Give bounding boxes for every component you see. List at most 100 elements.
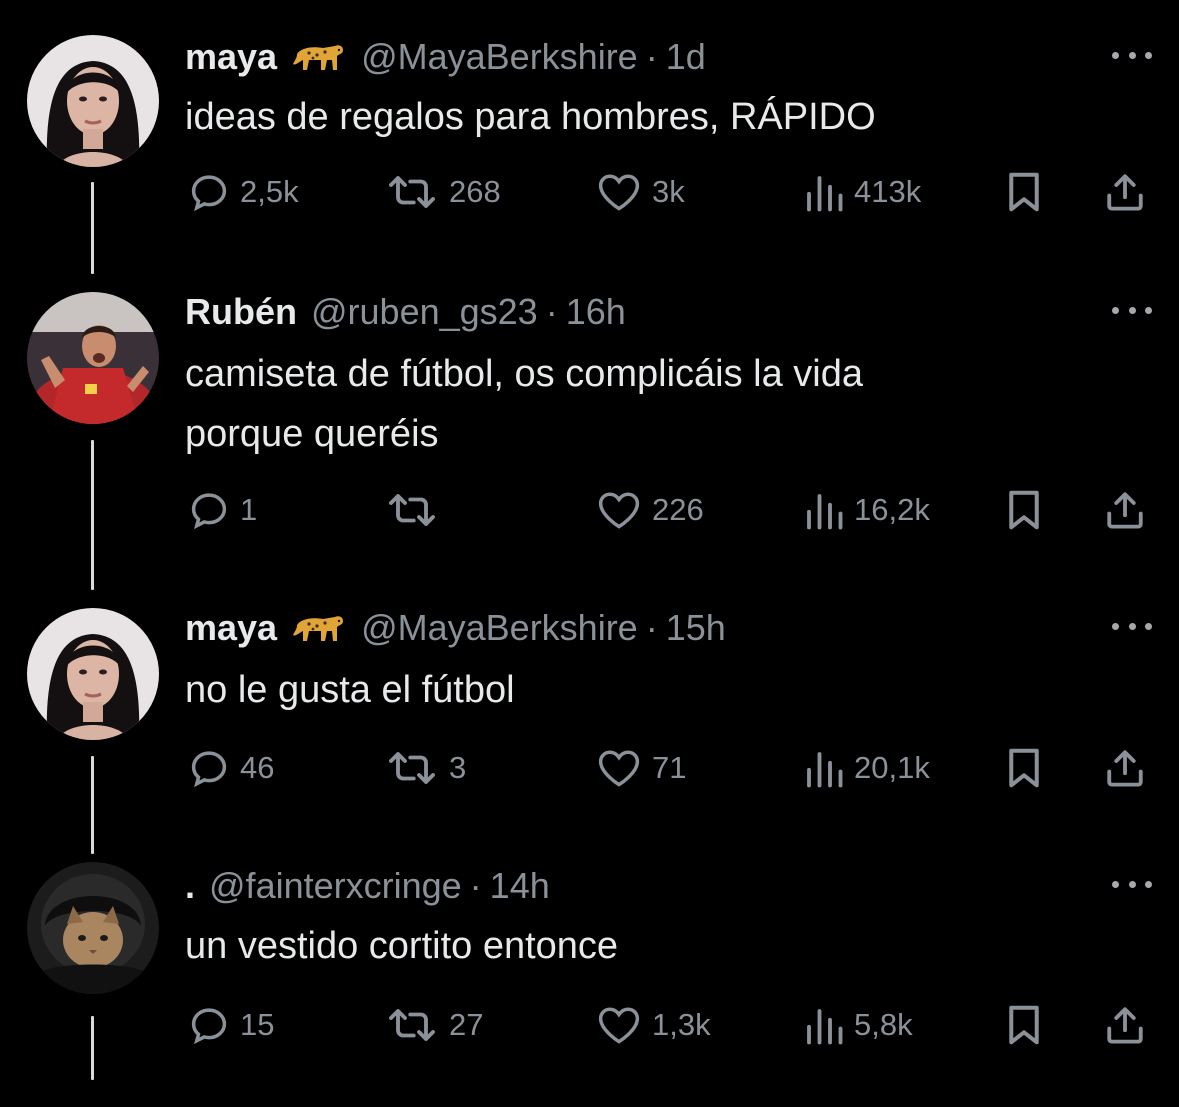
avatar[interactable] [27, 35, 159, 167]
retweet-icon [389, 1009, 435, 1041]
like-button[interactable]: 226 [596, 485, 704, 535]
tweet-text: camiseta de fútbol, os complicáis la vid… [185, 353, 863, 455]
views-icon [807, 752, 843, 788]
avatar[interactable] [27, 862, 159, 994]
views-icon [807, 176, 843, 212]
retweet-button[interactable]: 268 [385, 167, 501, 217]
reply-button[interactable]: 1 [188, 485, 257, 535]
action-bar: 15 27 1,3k 5,8k [0, 1000, 1179, 1050]
handle[interactable]: @MayaBerkshire [361, 35, 638, 79]
views-button[interactable]: 16,2k [802, 485, 930, 535]
timestamp[interactable]: 14h [490, 864, 550, 908]
views-count: 5,8k [854, 1007, 913, 1042]
reply-count: 15 [240, 1007, 275, 1042]
bookmark-button[interactable] [1004, 167, 1044, 217]
bookmark-icon [1009, 490, 1039, 530]
timestamp[interactable]: 16h [566, 290, 626, 334]
display-name[interactable]: Rubén [185, 290, 297, 334]
views-icon [807, 494, 843, 530]
avatar[interactable] [27, 292, 159, 424]
display-name[interactable]: . [185, 864, 195, 908]
share-icon [1107, 492, 1143, 529]
views-button[interactable]: 5,8k [802, 1000, 913, 1050]
reply-icon [191, 493, 227, 530]
share-icon [1107, 174, 1143, 211]
views-icon [807, 1009, 843, 1045]
tweet-header: maya @MayaBerkshire · 15h [185, 606, 726, 650]
retweet-button[interactable]: 3 [385, 743, 466, 793]
like-count: 71 [652, 750, 687, 785]
timestamp[interactable]: 15h [666, 606, 726, 650]
reply-button[interactable]: 46 [188, 743, 274, 793]
views-count: 413k [854, 174, 922, 209]
like-icon [598, 174, 640, 211]
like-icon [598, 1007, 640, 1044]
like-button[interactable]: 3k [596, 167, 685, 217]
reply-button[interactable]: 15 [188, 1000, 274, 1050]
display-name[interactable]: maya [185, 35, 277, 79]
retweet-icon [389, 752, 435, 784]
retweet-count: 27 [449, 1007, 484, 1042]
retweet-button[interactable] [385, 485, 449, 535]
separator-dot: · [545, 291, 558, 332]
views-button[interactable]: 20,1k [802, 743, 930, 793]
bookmark-icon [1009, 1005, 1039, 1045]
share-button[interactable] [1104, 1000, 1146, 1050]
share-button[interactable] [1104, 485, 1146, 535]
action-bar: 2,5k 268 3k 413k [0, 167, 1179, 217]
share-icon [1107, 1007, 1143, 1044]
bookmark-icon [1009, 172, 1039, 212]
share-icon [1107, 750, 1143, 787]
timestamp[interactable]: 1d [666, 35, 706, 79]
bookmark-button[interactable] [1004, 743, 1044, 793]
retweet-count: 268 [449, 174, 501, 209]
action-bar: 46 3 71 20,1k [0, 743, 1179, 793]
like-count: 1,3k [652, 1007, 711, 1042]
reply-button[interactable]: 2,5k [188, 167, 299, 217]
reply-icon [191, 1008, 227, 1045]
cheetah-emoji-icon [293, 616, 344, 641]
bookmark-button[interactable] [1004, 485, 1044, 535]
tweet-text: un vestido cortito entonce [185, 925, 619, 967]
tweet-text: ideas de regalos para hombres, RÁPIDO [185, 96, 876, 138]
handle[interactable]: @fainterxcringe [209, 864, 462, 908]
reply-icon [191, 175, 227, 212]
like-icon [598, 492, 640, 529]
share-button[interactable] [1104, 743, 1146, 793]
more-icon[interactable] [1112, 304, 1152, 316]
retweet-icon [389, 494, 435, 526]
tweet-header: maya @MayaBerkshire · 1d [185, 35, 706, 79]
like-count: 226 [652, 492, 704, 527]
views-count: 16,2k [854, 492, 930, 527]
avatar[interactable] [27, 608, 159, 740]
more-icon[interactable] [1112, 620, 1152, 632]
action-bar: 1 226 16,2k [0, 485, 1179, 535]
like-button[interactable]: 1,3k [596, 1000, 711, 1050]
tweet-header: Rubén @ruben_gs23 · 16h [185, 290, 626, 334]
bookmark-button[interactable] [1004, 1000, 1044, 1050]
tweet-text: no le gusta el fútbol [185, 669, 515, 711]
reply-count: 2,5k [240, 174, 299, 209]
views-button[interactable]: 413k [802, 167, 921, 217]
display-name[interactable]: maya [185, 606, 277, 650]
handle[interactable]: @MayaBerkshire [361, 606, 638, 650]
separator-dot: · [645, 36, 658, 77]
tweet-header: . @fainterxcringe · 14h [185, 864, 550, 908]
more-icon[interactable] [1112, 878, 1152, 890]
bookmark-icon [1009, 748, 1039, 788]
views-count: 20,1k [854, 750, 930, 785]
retweet-icon [389, 176, 435, 208]
more-icon[interactable] [1112, 49, 1152, 61]
share-button[interactable] [1104, 167, 1146, 217]
retweet-button[interactable]: 27 [385, 1000, 483, 1050]
cheetah-emoji-icon [293, 45, 344, 70]
separator-dot: · [469, 865, 482, 906]
like-button[interactable]: 71 [596, 743, 686, 793]
retweet-count: 3 [449, 750, 467, 785]
reply-icon [191, 751, 227, 788]
handle[interactable]: @ruben_gs23 [311, 290, 538, 334]
like-icon [598, 750, 640, 787]
reply-count: 1 [240, 492, 258, 527]
like-count: 3k [652, 174, 685, 209]
reply-count: 46 [240, 750, 275, 785]
